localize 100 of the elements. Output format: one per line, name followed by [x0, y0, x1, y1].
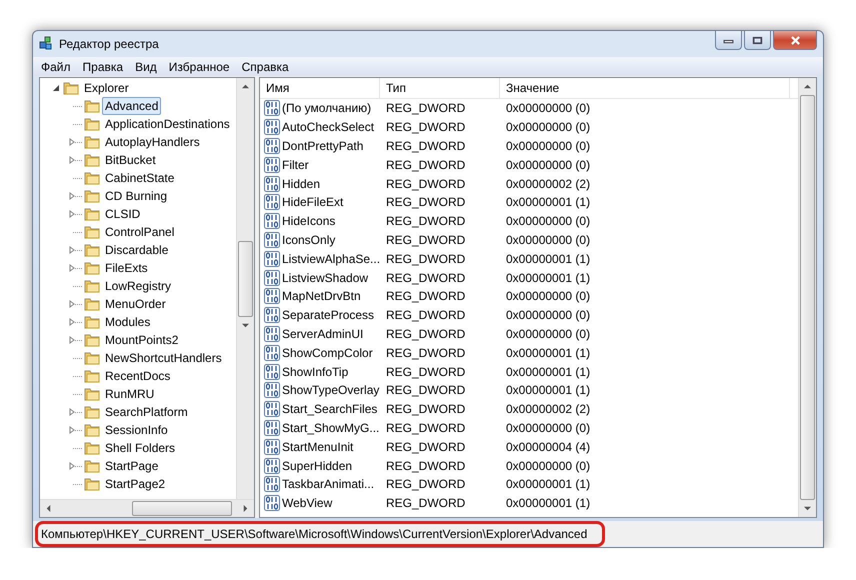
binary-value-icon [264, 232, 280, 248]
table-cell: 0x00000000 (0) [506, 420, 590, 435]
scroll-up-icon[interactable] [242, 83, 249, 90]
table-cell: REG_DWORD [386, 270, 466, 285]
tree-item[interactable]: Advanced [102, 97, 162, 115]
folder-icon [84, 296, 100, 312]
expander-icon[interactable] [52, 84, 61, 92]
menu-item[interactable]: Файл [35, 60, 77, 74]
folder-icon [84, 170, 100, 186]
table-cell: 0x00000000 (0) [506, 120, 590, 134]
table-cell: IconsOnly [282, 232, 336, 247]
minimize-button[interactable] [715, 31, 742, 50]
tree-item[interactable]: RecentDocs [102, 367, 174, 385]
table-cell: REG_DWORD [386, 308, 466, 322]
scroll-down-icon[interactable] [804, 505, 811, 512]
tree-item[interactable]: CLSID [102, 205, 144, 223]
scroll-thumb[interactable] [800, 95, 815, 500]
scroll-down-icon[interactable] [242, 322, 249, 329]
tree-item[interactable]: CabinetState [102, 169, 178, 187]
tree-item[interactable]: ControlPanel [102, 223, 178, 241]
tree-item[interactable]: RunMRU [102, 385, 158, 403]
menu-item[interactable]: Избранное [162, 60, 236, 74]
tree-item[interactable]: CD Burning [102, 187, 170, 205]
binary-value-icon [264, 344, 280, 361]
folder-icon [84, 476, 100, 492]
tree-item[interactable]: BitBucket [102, 151, 159, 169]
tree-item[interactable]: AutoplayHandlers [102, 133, 203, 151]
binary-value-icon [264, 213, 280, 230]
table-cell: SuperHidden [282, 458, 352, 473]
tree-item[interactable]: SessionInfo [102, 421, 171, 439]
table-cell: 0x00000001 (1) [506, 477, 590, 492]
table-cell: HideIcons [282, 214, 336, 228]
folder-icon [84, 260, 100, 276]
folder-icon [84, 422, 100, 438]
column-header[interactable]: Тип [380, 78, 500, 98]
scroll-up-icon[interactable] [804, 83, 811, 90]
scrollbar[interactable] [40, 499, 254, 517]
maximize-button[interactable] [744, 31, 771, 50]
key-path: Компьютер\HKEY_CURRENT_USER\Software\Microsoft\Windows\CurrentVersion\Explorer\Advanced [41, 527, 588, 541]
table-cell: REG_DWORD [386, 232, 466, 247]
table-cell: ServerAdminUI [282, 326, 364, 341]
close-icon [790, 36, 800, 44]
scroll-right-icon[interactable] [242, 505, 249, 512]
binary-value-icon [264, 495, 280, 512]
table-cell: 0x00000001 (1) [506, 496, 590, 510]
table-cell: REG_DWORD [386, 420, 466, 435]
tree-item[interactable]: StartPage [102, 457, 162, 475]
table-cell: REG_DWORD [386, 496, 466, 510]
scroll-thumb[interactable] [238, 241, 253, 317]
window-title: Редактор реестра [59, 37, 160, 51]
scroll-thumb[interactable] [132, 501, 232, 516]
column-header[interactable]: Значение [500, 78, 790, 98]
scroll-left-icon[interactable] [45, 505, 52, 512]
table-cell: 0x00000000 (0) [506, 138, 590, 153]
menu-item[interactable]: Правка [76, 60, 130, 74]
tree-item[interactable]: Explorer [81, 79, 132, 97]
tree-item[interactable]: ApplicationDestinations [102, 115, 233, 133]
folder-icon [84, 188, 100, 204]
menu-item[interactable]: Вид [129, 60, 163, 74]
scrollbar[interactable] [798, 78, 816, 517]
table-cell: REG_DWORD [386, 101, 466, 116]
binary-value-icon [264, 176, 280, 192]
tree-item[interactable]: Discardable [102, 241, 172, 259]
table-cell: REG_DWORD [386, 138, 466, 153]
table-cell: 0x00000000 (0) [506, 326, 590, 341]
table-cell: REG_DWORD [386, 402, 466, 416]
tree-item[interactable]: NewShortcutHandlers [102, 349, 225, 367]
binary-value-icon [264, 476, 280, 492]
tree-item[interactable]: SearchPlatform [102, 403, 191, 421]
table-cell: 0x00000001 (1) [506, 383, 590, 398]
table-cell: 0x00000001 (1) [506, 195, 590, 210]
table-cell: ShowCompColor [282, 346, 373, 360]
folder-icon [84, 368, 100, 384]
tree-item[interactable]: LowRegistry [102, 277, 174, 295]
binary-value-icon [264, 326, 280, 342]
table-cell: 0x00000001 (1) [506, 346, 590, 360]
tree-item[interactable]: Modules [102, 313, 154, 331]
binary-value-icon [264, 401, 280, 418]
close-button[interactable] [773, 31, 817, 50]
folder-icon [84, 206, 100, 222]
binary-value-icon [264, 382, 280, 398]
tree-item[interactable]: MountPoints2 [102, 331, 182, 349]
binary-value-icon [264, 364, 280, 380]
table-cell: REG_DWORD [386, 158, 466, 172]
tree-item[interactable]: Shell Folders [102, 439, 178, 457]
folder-icon [84, 404, 100, 420]
table-cell: 0x00000000 (0) [506, 232, 590, 247]
tree-item[interactable]: MenuOrder [102, 295, 169, 313]
table-cell: SeparateProcess [282, 308, 374, 322]
column-header[interactable]: Имя [260, 78, 380, 98]
menu-item[interactable]: Справка [236, 60, 295, 74]
tree-item[interactable]: StartPage2 [102, 475, 168, 493]
scrollbar[interactable] [236, 78, 254, 499]
table-cell: ListviewShadow [282, 270, 368, 285]
tree-item[interactable]: FileExts [102, 259, 151, 277]
table-cell: 0x00000004 (4) [506, 440, 590, 454]
folder-icon [84, 152, 100, 168]
binary-value-icon [264, 438, 280, 455]
table-cell: TaskbarAnimati... [282, 477, 374, 492]
table-cell: 0x00000000 (0) [506, 101, 590, 116]
